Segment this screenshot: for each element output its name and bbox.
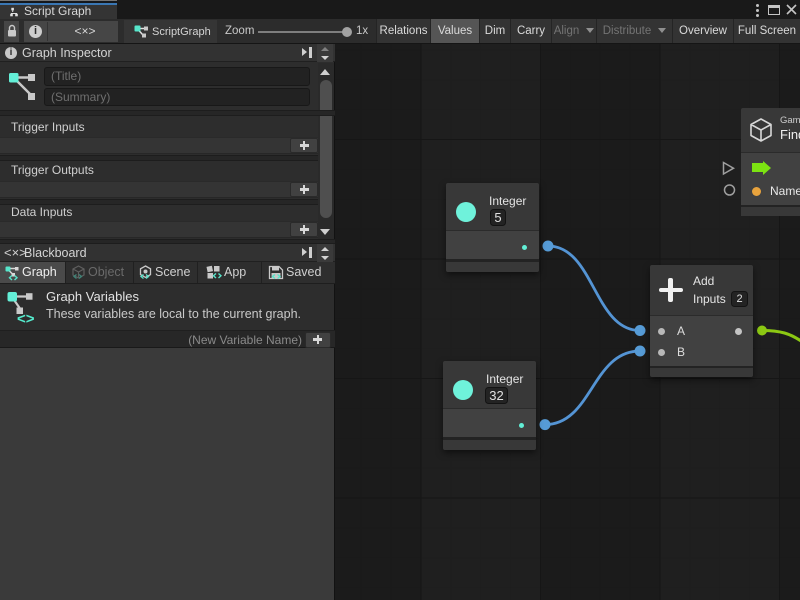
svg-text:<>: <> xyxy=(17,311,35,326)
